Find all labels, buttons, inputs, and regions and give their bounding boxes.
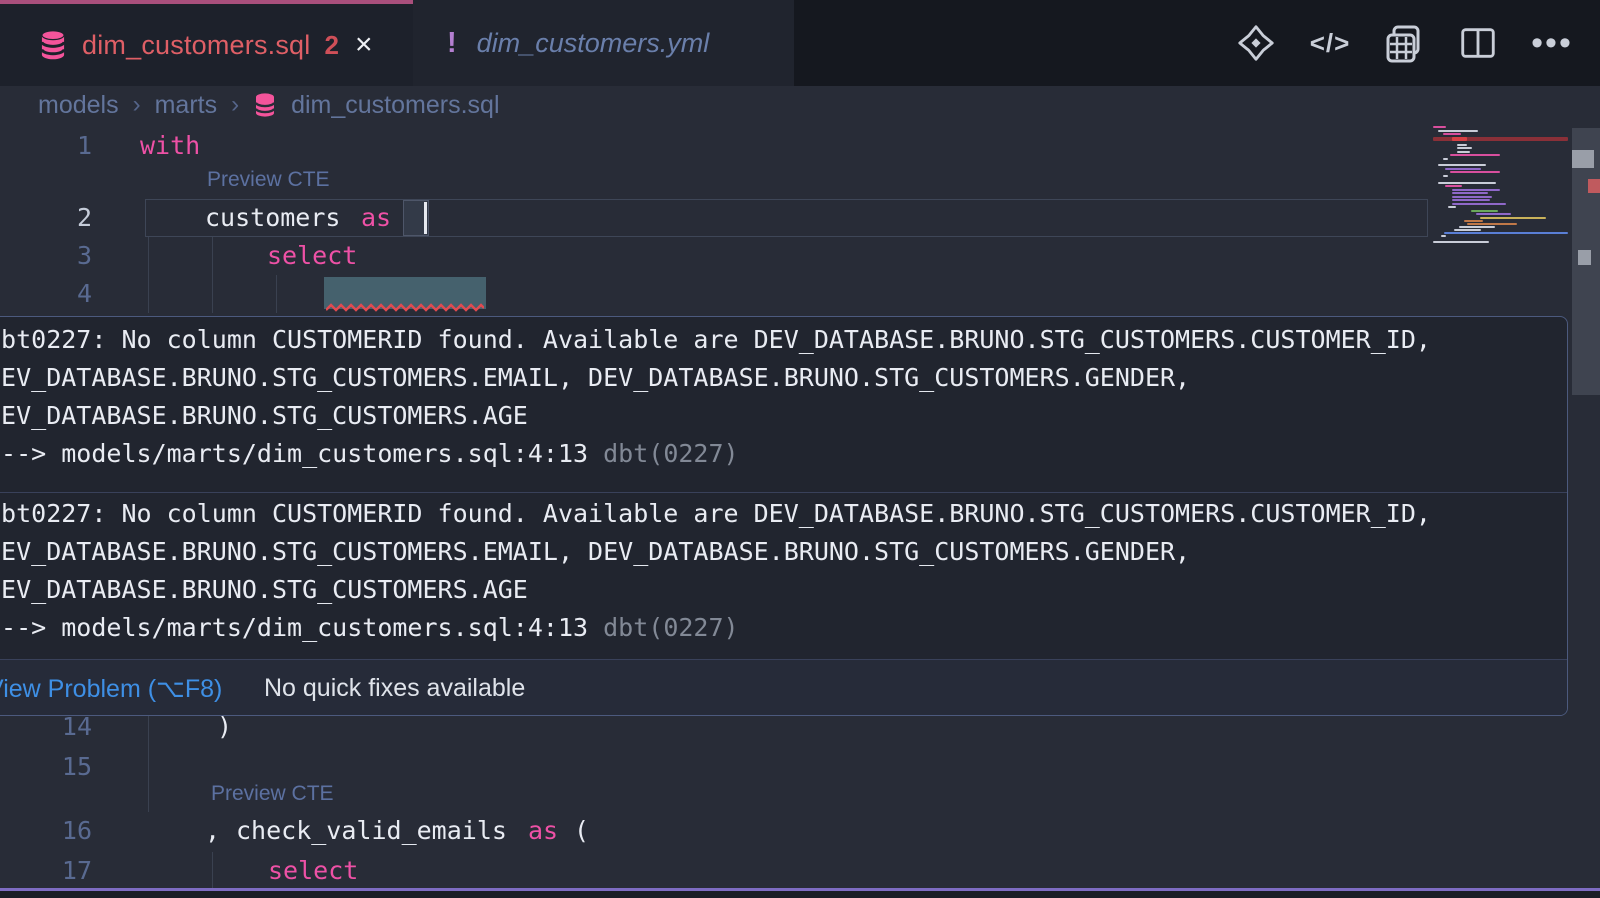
current-line-highlight xyxy=(145,199,1428,237)
error-source-dbt0227: dbt(0227) xyxy=(588,613,739,642)
code-lens-preview-cte[interactable]: Preview CTE xyxy=(207,168,330,192)
code-lens-preview-cte[interactable]: Preview CTE xyxy=(211,782,334,806)
line-number: 16 xyxy=(0,812,92,850)
code-token[interactable]: select xyxy=(268,852,358,890)
code-token[interactable]: with xyxy=(140,127,200,165)
error-message-line: DEV_DATABASE.BRUNO.STG_CUSTOMERS.EMAIL, … xyxy=(0,533,1190,571)
line-number: 2 xyxy=(0,199,92,237)
indent-guide xyxy=(276,275,277,313)
code-token[interactable]: check_valid_emails xyxy=(236,812,507,850)
overview-ruler-mark xyxy=(1588,179,1600,193)
code-token[interactable]: , xyxy=(205,812,220,850)
code-token[interactable]: select xyxy=(267,237,357,275)
editor-window: dim_customers.sql 2 × ! dim_customers.ym… xyxy=(0,0,1600,898)
indent-guide xyxy=(148,237,149,313)
view-problem-link[interactable]: View Problem (⌥F8) xyxy=(0,674,222,704)
no-quick-fixes-label: No quick fixes available xyxy=(264,674,525,703)
overview-ruler-mark xyxy=(1578,250,1591,265)
line-number: 1 xyxy=(0,127,92,165)
text-cursor xyxy=(424,202,427,234)
code-token[interactable]: ( xyxy=(574,812,589,850)
error-message-line: DEV_DATABASE.BRUNO.STG_CUSTOMERS.EMAIL, … xyxy=(0,359,1190,397)
error-message-line: --> models/marts/dim_customers.sql:4:13 … xyxy=(0,609,739,647)
overview-ruler-mark xyxy=(1572,150,1594,168)
error-source-dbt0227: dbt(0227) xyxy=(588,439,739,468)
panel-edge xyxy=(0,891,1600,898)
line-number: 4 xyxy=(0,275,92,313)
line-number: 17 xyxy=(0,852,92,890)
error-message-line: DEV_DATABASE.BRUNO.STG_CUSTOMERS.AGE xyxy=(0,397,528,435)
error-message-line: --> models/marts/dim_customers.sql:4:13 … xyxy=(0,435,739,473)
error-message-line: dbt0227: No column CUSTOMERID found. Ava… xyxy=(0,321,1431,359)
indent-guide xyxy=(212,237,213,313)
error-message-line: DEV_DATABASE.BRUNO.STG_CUSTOMERS.AGE xyxy=(0,571,528,609)
error-message-line: dbt0227: No column CUSTOMERID found. Ava… xyxy=(0,495,1431,533)
hover-divider xyxy=(0,492,1568,493)
line-number: 3 xyxy=(0,237,92,275)
error-hover-popup: View Problem (⌥F8) No quick fixes availa… xyxy=(0,316,1568,716)
indent-guide xyxy=(148,716,149,812)
minimap-error-band-bright xyxy=(1452,137,1467,141)
line-number: 15 xyxy=(0,748,92,786)
code-token[interactable]: as xyxy=(528,812,558,850)
error-squiggle xyxy=(326,303,484,313)
hover-action-bar: View Problem (⌥F8) No quick fixes availa… xyxy=(0,659,1568,716)
